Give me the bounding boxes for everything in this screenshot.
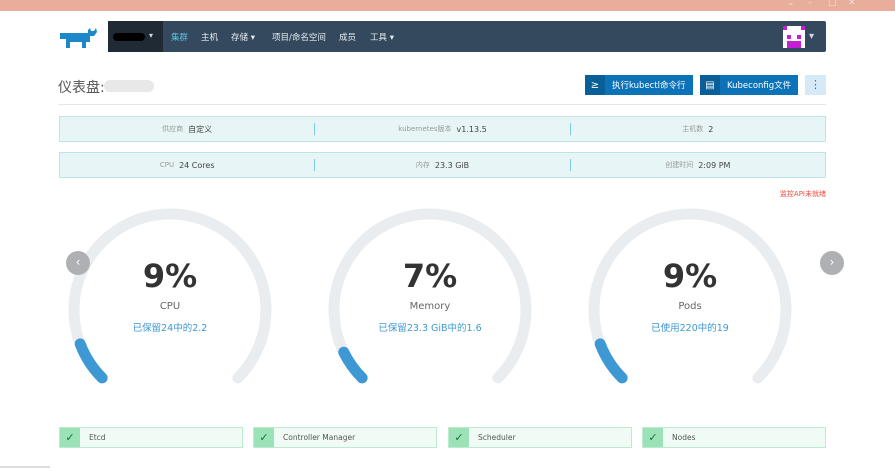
chevron-down-icon: ▾ [250,33,255,43]
window-titlebar: ⌄ – □ ✕ [0,0,895,11]
gauge-value: 9% [662,257,718,295]
nav-item-storage[interactable]: 存储 ▾ [231,31,255,43]
gauge-fill [594,338,628,384]
info-label: CPU [159,161,175,169]
cluster-selector[interactable]: ▾ [108,21,163,52]
chevron-down-icon[interactable]: ⌄ [787,0,795,8]
nav-item-hosts[interactable]: 主机 [201,31,218,43]
info-label: 主机数 [682,125,704,133]
gauge-detail: 已保留24中的2.2 [132,323,208,334]
gauge-memory: 7% Memory 已保留23.3 GiB中的1.6 [325,205,535,390]
info-value: 24 Cores [179,160,215,170]
info-value: 23.3 GiB [434,160,470,170]
component-name: Nodes [672,433,696,442]
carousel-next-button[interactable]: › [820,251,844,275]
gauge-fill [338,346,368,384]
gauge-cpu: 9% CPU 已保留24中的2.2 [65,205,275,390]
chevron-down-icon[interactable]: ▾ [809,31,814,42]
gauge-pods: 9% Pods 已使用220中的19 [585,205,795,390]
kubectl-button[interactable]: ≥ 执行kubectl命令行 [585,75,693,95]
divider [58,104,826,105]
info-label: 供应商 [162,125,184,133]
gauge-detail: 已保留23.3 GiB中的1.6 [378,323,482,334]
gauge-track [68,208,272,384]
gauge-value: 7% [402,257,458,295]
gauge-track [328,208,532,384]
chevron-down-icon: ▾ [389,33,394,43]
nav-item-projects[interactable]: 项目/命名空间 [272,31,326,43]
gauge-name: CPU [159,301,181,312]
component-status-etcd: ✓ Etcd [59,427,243,448]
component-status-controller-manager: ✓ Controller Manager [253,427,437,448]
component-status-scheduler: ✓ Scheduler [448,427,632,448]
gauge-name: Memory [409,301,451,312]
nav-item-label: 存储 [231,33,249,43]
gauge-value: 9% [142,257,198,295]
gauge-fill [74,338,108,384]
nav-item-members[interactable]: 成员 [339,31,356,43]
gauge-detail: 已使用220中的19 [651,323,729,334]
cluster-info-row: 供应商 自定义 kubernetes版本 v1.13.5 主机数 2 [59,116,826,142]
kubeconfig-label: Kubeconfig文件 [727,81,792,91]
check-icon: ✓ [449,428,469,447]
user-avatar[interactable] [783,26,805,48]
component-status-nodes: ✓ Nodes [642,427,826,448]
carousel-prev-button[interactable]: ‹ [66,251,90,275]
terminal-icon: ≥ [585,75,605,95]
component-name: Controller Manager [283,433,356,442]
file-icon: ▤ [700,75,720,95]
info-value: 2:09 PM [698,160,731,170]
info-value: 2 [708,124,714,134]
top-nav: ▾ 集群 主机 存储 ▾ 项目/命名空间 成员 工具 ▾ ▾ [108,21,826,52]
page-title: 仪表盘: [58,80,105,96]
cluster-resources-row: CPU 24 Cores 内存 23.3 GiB 创建时间 2:09 PM [59,152,826,178]
kubectl-label: 执行kubectl命令行 [612,81,686,91]
rancher-logo-icon[interactable] [58,28,102,48]
maximize-icon[interactable]: □ [828,0,837,8]
more-actions-button[interactable]: ⋮ [805,75,826,95]
component-name: Scheduler [478,433,516,442]
check-icon: ✓ [254,428,274,447]
scrollbar[interactable] [0,466,50,468]
info-value: 自定义 [188,124,213,134]
info-label: 内存 [415,161,430,169]
gauge-track [588,208,792,384]
info-label: 创建时间 [665,161,694,169]
monitoring-warning[interactable]: 监控API未就绪 [740,189,826,199]
gauge-name: Pods [678,301,702,312]
nav-item-label: 工具 [370,33,388,43]
nav-item-cluster[interactable]: 集群 [171,31,188,43]
minimize-icon[interactable]: – [808,0,813,8]
gauge-arc [68,208,272,384]
gauge-arc [588,208,792,384]
gauge-arc [328,208,532,384]
check-icon: ✓ [60,428,80,447]
info-value: v1.13.5 [456,124,487,134]
close-icon[interactable]: ✕ [848,0,856,8]
info-label: kubernetes版本 [398,125,452,133]
kubeconfig-button[interactable]: ▤ Kubeconfig文件 [700,75,799,95]
chevron-down-icon: ▾ [149,31,154,40]
nav-item-tools[interactable]: 工具 ▾ [370,31,394,43]
check-icon: ✓ [643,428,663,447]
cluster-name-redacted [104,80,154,92]
component-name: Etcd [89,433,106,442]
